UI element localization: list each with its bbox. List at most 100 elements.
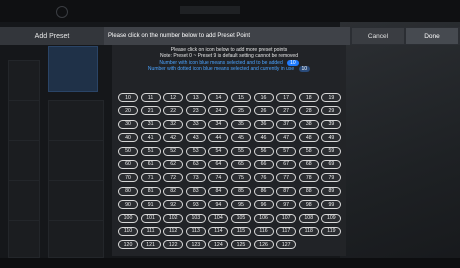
preset-button[interactable]: 62 <box>163 159 184 169</box>
preset-button[interactable]: 75 <box>230 173 251 183</box>
preset-button[interactable]: 48 <box>298 133 319 143</box>
preset-button[interactable]: 107 <box>276 213 297 223</box>
preset-button[interactable]: 19 <box>321 93 342 102</box>
preset-button[interactable]: 25 <box>230 106 251 116</box>
preset-button[interactable]: 10 <box>118 93 138 102</box>
done-button[interactable]: Done <box>406 28 458 44</box>
preset-button[interactable]: 100 <box>118 213 138 223</box>
preset-button[interactable]: 106 <box>253 213 274 223</box>
preset-button[interactable]: 89 <box>321 186 342 196</box>
preset-button[interactable]: 54 <box>208 146 229 156</box>
preset-button[interactable]: 32 <box>163 119 184 129</box>
preset-button[interactable]: 28 <box>298 106 319 116</box>
preset-button[interactable]: 79 <box>321 173 342 183</box>
preset-button[interactable]: 31 <box>140 119 161 129</box>
preset-button[interactable]: 114 <box>208 226 229 236</box>
preset-button[interactable]: 60 <box>118 159 138 169</box>
preset-button[interactable]: 76 <box>253 173 274 183</box>
preset-button[interactable]: 80 <box>118 186 138 196</box>
preset-button[interactable]: 88 <box>298 186 319 196</box>
preset-button[interactable]: 124 <box>208 240 229 250</box>
preset-button[interactable]: 121 <box>140 240 161 250</box>
preset-button[interactable]: 97 <box>276 200 297 210</box>
preset-button[interactable]: 112 <box>163 226 184 236</box>
preset-button[interactable]: 24 <box>208 106 229 116</box>
preset-button[interactable]: 30 <box>118 119 138 129</box>
preset-button[interactable]: 18 <box>298 93 319 102</box>
preset-button[interactable]: 47 <box>276 133 297 143</box>
preset-button[interactable]: 12 <box>163 93 184 102</box>
preset-button[interactable]: 105 <box>230 213 251 223</box>
preset-button[interactable]: 13 <box>185 93 206 102</box>
preset-button[interactable]: 16 <box>253 93 274 102</box>
preset-button[interactable]: 42 <box>163 133 184 143</box>
preset-button[interactable]: 66 <box>253 159 274 169</box>
preset-button[interactable]: 74 <box>208 173 229 183</box>
preset-button[interactable]: 116 <box>253 226 274 236</box>
preset-button[interactable]: 36 <box>253 119 274 129</box>
preset-button[interactable]: 113 <box>185 226 206 236</box>
preset-button[interactable]: 84 <box>208 186 229 196</box>
preset-button[interactable]: 15 <box>230 93 251 102</box>
preset-button[interactable]: 91 <box>140 200 161 210</box>
preset-button[interactable]: 102 <box>163 213 184 223</box>
preset-button[interactable]: 94 <box>208 200 229 210</box>
preset-button[interactable]: 92 <box>163 200 184 210</box>
preset-button[interactable]: 126 <box>253 240 274 250</box>
preset-button[interactable]: 64 <box>208 159 229 169</box>
preset-button[interactable]: 53 <box>185 146 206 156</box>
preset-button[interactable]: 115 <box>230 226 251 236</box>
preset-button[interactable]: 87 <box>276 186 297 196</box>
preset-button[interactable]: 49 <box>321 133 342 143</box>
cancel-button[interactable]: Cancel <box>352 28 404 44</box>
preset-button[interactable]: 77 <box>276 173 297 183</box>
preset-button[interactable]: 127 <box>276 240 297 250</box>
preset-button[interactable]: 52 <box>163 146 184 156</box>
preset-button[interactable]: 50 <box>118 146 138 156</box>
preset-button[interactable]: 43 <box>185 133 206 143</box>
preset-button[interactable]: 55 <box>230 146 251 156</box>
preset-button[interactable]: 14 <box>208 93 229 102</box>
preset-button[interactable]: 86 <box>253 186 274 196</box>
preset-button[interactable]: 99 <box>321 200 342 210</box>
preset-button[interactable]: 56 <box>253 146 274 156</box>
preset-button[interactable]: 37 <box>276 119 297 129</box>
preset-button[interactable]: 33 <box>185 119 206 129</box>
preset-button[interactable]: 57 <box>276 146 297 156</box>
preset-button[interactable]: 122 <box>163 240 184 250</box>
preset-button[interactable]: 44 <box>208 133 229 143</box>
preset-button[interactable]: 29 <box>321 106 342 116</box>
preset-button[interactable]: 58 <box>298 146 319 156</box>
preset-button[interactable]: 40 <box>118 133 138 143</box>
preset-button[interactable]: 69 <box>321 159 342 169</box>
preset-button[interactable]: 78 <box>298 173 319 183</box>
preset-button[interactable]: 11 <box>140 93 161 102</box>
preset-button[interactable]: 51 <box>140 146 161 156</box>
preset-button[interactable]: 119 <box>321 226 342 236</box>
preset-button[interactable]: 68 <box>298 159 319 169</box>
preset-button[interactable]: 17 <box>276 93 297 102</box>
preset-button[interactable]: 123 <box>185 240 206 250</box>
preset-button[interactable]: 70 <box>118 173 138 183</box>
preset-button[interactable]: 67 <box>276 159 297 169</box>
preset-button[interactable]: 63 <box>185 159 206 169</box>
preset-button[interactable]: 109 <box>321 213 342 223</box>
preset-button[interactable]: 39 <box>321 119 342 129</box>
preset-button[interactable]: 104 <box>208 213 229 223</box>
preset-button[interactable]: 125 <box>230 240 251 250</box>
preset-button[interactable]: 61 <box>140 159 161 169</box>
preset-button[interactable]: 83 <box>185 186 206 196</box>
preset-button[interactable]: 98 <box>298 200 319 210</box>
preset-button[interactable]: 71 <box>140 173 161 183</box>
preset-button[interactable]: 117 <box>276 226 297 236</box>
preset-button[interactable]: 65 <box>230 159 251 169</box>
preset-button[interactable]: 20 <box>118 106 138 116</box>
preset-button[interactable]: 41 <box>140 133 161 143</box>
preset-button[interactable]: 35 <box>230 119 251 129</box>
preset-button[interactable]: 95 <box>230 200 251 210</box>
preset-button[interactable]: 27 <box>276 106 297 116</box>
preset-button[interactable]: 22 <box>163 106 184 116</box>
preset-button[interactable]: 118 <box>298 226 319 236</box>
preset-button[interactable]: 101 <box>140 213 161 223</box>
preset-button[interactable]: 21 <box>140 106 161 116</box>
